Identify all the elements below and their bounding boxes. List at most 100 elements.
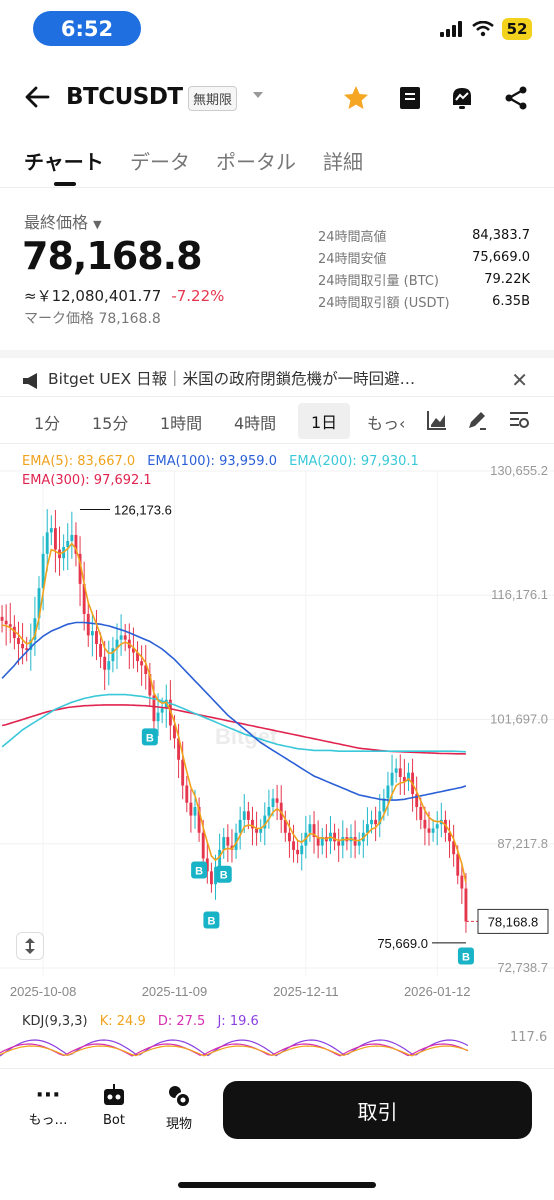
battery-indicator: 52	[502, 18, 532, 40]
stat-row: 24時間取引量 (BTC) 79.22K	[318, 268, 530, 290]
candle-body	[123, 635, 127, 640]
candle-body	[0, 616, 4, 621]
favorite-star-icon[interactable]	[342, 84, 370, 112]
candle-body	[140, 661, 144, 666]
spot-icon	[169, 1086, 191, 1108]
stat-value: 79.22K	[484, 271, 530, 287]
candle-body	[370, 819, 373, 825]
chart-style-icon[interactable]	[426, 409, 448, 431]
candle-body	[222, 837, 226, 850]
x-tick-label: 2025-10-08	[10, 984, 77, 999]
interval-selector: 1分 15分 1時間 4時間 1日 もっ‹	[0, 396, 554, 444]
signal-icon	[440, 21, 462, 37]
candle-body	[103, 656, 107, 670]
ema300-label: EMA(300): 97,692.1	[22, 473, 152, 488]
active-tab-indicator	[54, 182, 76, 186]
kdj-name: KDJ(9,3,3)	[22, 1014, 88, 1029]
interval-1m[interactable]: 1分	[34, 410, 60, 434]
candle-body	[267, 807, 271, 816]
spot-button[interactable]: 現物	[149, 1083, 209, 1132]
indicator-settings-icon[interactable]	[508, 409, 530, 431]
megaphone-icon	[23, 373, 37, 389]
candle-body	[201, 832, 205, 859]
low-label: 75,669.0	[377, 936, 428, 951]
high-label: 126,173.6	[114, 502, 172, 517]
share-icon[interactable]	[502, 84, 530, 112]
candle-body	[296, 849, 300, 855]
y-tick-label: 130,655.2	[490, 463, 548, 478]
change-percent: -7.22%	[171, 287, 225, 305]
y-tick-label: 87,217.8	[497, 836, 548, 851]
more-button[interactable]: ··· もっ…	[18, 1083, 78, 1128]
stat-row: 24時間高値 84,383.7	[318, 224, 530, 246]
notebook-icon[interactable]	[396, 84, 424, 112]
interval-more[interactable]: もっ‹	[367, 410, 405, 434]
buy-marker-label: B	[207, 915, 215, 927]
symbol-name[interactable]: BTCUSDT	[66, 84, 183, 110]
candle-body	[374, 819, 378, 825]
candle-body	[107, 661, 111, 670]
stat-label: 24時間取引量 (BTC)	[318, 273, 439, 289]
bot-icon	[104, 1084, 124, 1105]
interval-1d[interactable]: 1日	[298, 403, 351, 439]
mark-price-row: マーク価格 78,168.8	[24, 308, 161, 328]
draw-tool-icon[interactable]	[466, 409, 488, 431]
price-summary: 最終価格 ▼ 78,168.8 ≈￥12,080,401.77 -7.22% マー…	[0, 200, 554, 340]
candle-body	[427, 828, 431, 833]
header: BTCUSDT 無期限	[0, 72, 554, 124]
candle-body	[308, 824, 312, 833]
candle-body	[419, 807, 423, 820]
candle-body	[209, 871, 213, 885]
candle-body	[246, 811, 250, 820]
tab-portal[interactable]: ポータル	[216, 146, 296, 175]
candle-body	[95, 631, 98, 644]
kdj-legend: KDJ(9,3,3) K: 24.9 D: 27.5 J: 19.6	[22, 1014, 267, 1029]
news-text[interactable]: Bitget UEX 日報｜米国の政府閉鎖危機が一時回避…	[48, 367, 415, 389]
last-price-label-text: 最終価格	[24, 213, 89, 232]
stat-value: 6.35B	[492, 293, 530, 309]
yen-price: ≈￥12,080,401.77	[24, 287, 162, 305]
expand-chart-button[interactable]	[16, 932, 44, 960]
close-icon[interactable]: ✕	[511, 368, 528, 392]
candlestick-chart[interactable]: 130,655.2 116,176.1 101,697.0 87,217.8 72,73…	[0, 444, 554, 1004]
candle-body	[45, 532, 49, 554]
x-tick-label: 2025-11-09	[142, 984, 208, 999]
last-price-label[interactable]: 最終価格 ▼	[24, 209, 102, 233]
candle-body	[390, 772, 394, 786]
alert-bell-icon[interactable]	[448, 84, 476, 112]
tab-details[interactable]: 詳細	[323, 146, 363, 175]
candle-body	[242, 811, 246, 820]
candle-body	[357, 841, 361, 846]
candle-body	[49, 528, 53, 533]
candle-body	[287, 832, 291, 842]
candle-body	[271, 798, 275, 808]
price-chart[interactable]: 130,655.2 116,176.1 101,697.0 87,217.8 72,73…	[0, 444, 554, 1004]
candle-body	[238, 819, 242, 833]
candle-body	[464, 888, 468, 922]
stats-24h: 24時間高値 84,383.7 24時間安値 75,669.0 24時間取引量 …	[318, 224, 530, 312]
candle-body	[226, 837, 230, 846]
bot-button[interactable]: Bot	[84, 1083, 144, 1128]
interval-15m[interactable]: 15分	[92, 410, 128, 434]
back-arrow-icon[interactable]	[24, 84, 50, 110]
kdj-chart	[0, 1039, 469, 1057]
symbol-dropdown-icon[interactable]	[252, 91, 264, 99]
trade-button[interactable]: 取引	[223, 1081, 532, 1139]
tab-data[interactable]: データ	[130, 146, 190, 175]
interval-1h[interactable]: 1時間	[160, 410, 202, 434]
ema200-label: EMA(200): 97,930.1	[289, 454, 419, 469]
candle-body	[99, 643, 103, 657]
bottom-bar: ··· もっ… Bot 現物 取引	[0, 1068, 554, 1158]
kdj-k: K: 24.9	[99, 1014, 146, 1029]
candle-body	[156, 712, 160, 722]
interval-4h[interactable]: 4時間	[234, 410, 276, 434]
candle-body	[386, 785, 390, 799]
stat-value: 84,383.7	[472, 227, 530, 243]
tab-chart[interactable]: チャート	[24, 146, 104, 175]
candle-body	[17, 637, 20, 644]
more-label: もっ…	[28, 1113, 68, 1128]
spot-label: 現物	[165, 1117, 192, 1132]
candle-body	[337, 841, 341, 846]
candle-body	[66, 540, 70, 547]
news-banner[interactable]: Bitget UEX 日報｜米国の政府閉鎖危機が一時回避… ✕	[0, 350, 554, 392]
